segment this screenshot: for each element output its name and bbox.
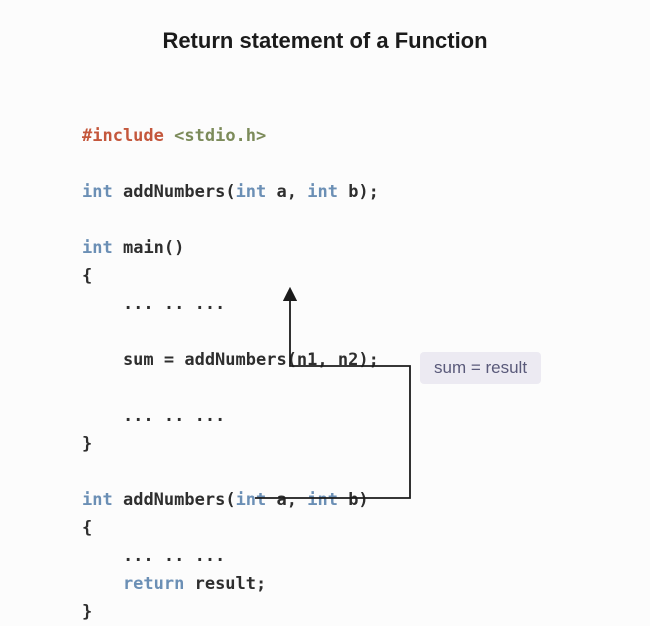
token-function: addNumbers( xyxy=(123,182,236,202)
token-param: a, xyxy=(266,182,307,202)
token-type: int xyxy=(82,490,113,510)
token-ellipsis: ... .. ... xyxy=(82,406,225,426)
token-type: int xyxy=(307,182,338,202)
token-param: b); xyxy=(338,182,379,202)
token-identifier: result; xyxy=(184,574,266,594)
token-param: b) xyxy=(338,490,369,510)
token-function: addNumbers( xyxy=(123,490,236,510)
token-type: int xyxy=(82,182,113,202)
token-brace: { xyxy=(82,266,92,286)
token-brace: { xyxy=(82,518,92,538)
token-type: int xyxy=(82,238,113,258)
token-header: <stdio.h> xyxy=(174,126,266,146)
token-call: sum = addNumbers(n1, n2); xyxy=(82,350,379,370)
token-param: a, xyxy=(266,490,307,510)
annotation-label: sum = result xyxy=(420,352,541,384)
token-function: main() xyxy=(123,238,184,258)
token-brace: } xyxy=(82,602,92,622)
token-type: int xyxy=(236,490,267,510)
token-ellipsis: ... .. ... xyxy=(82,294,225,314)
page-title: Return statement of a Function xyxy=(0,0,650,54)
token-ellipsis: ... .. ... xyxy=(82,546,225,566)
token-preprocessor: #include xyxy=(82,126,164,146)
token-keyword: return xyxy=(82,574,184,594)
token-type: int xyxy=(307,490,338,510)
token-type: int xyxy=(236,182,267,202)
token-brace: } xyxy=(82,434,92,454)
code-example: #include <stdio.h> int addNumbers(int a,… xyxy=(82,94,379,626)
